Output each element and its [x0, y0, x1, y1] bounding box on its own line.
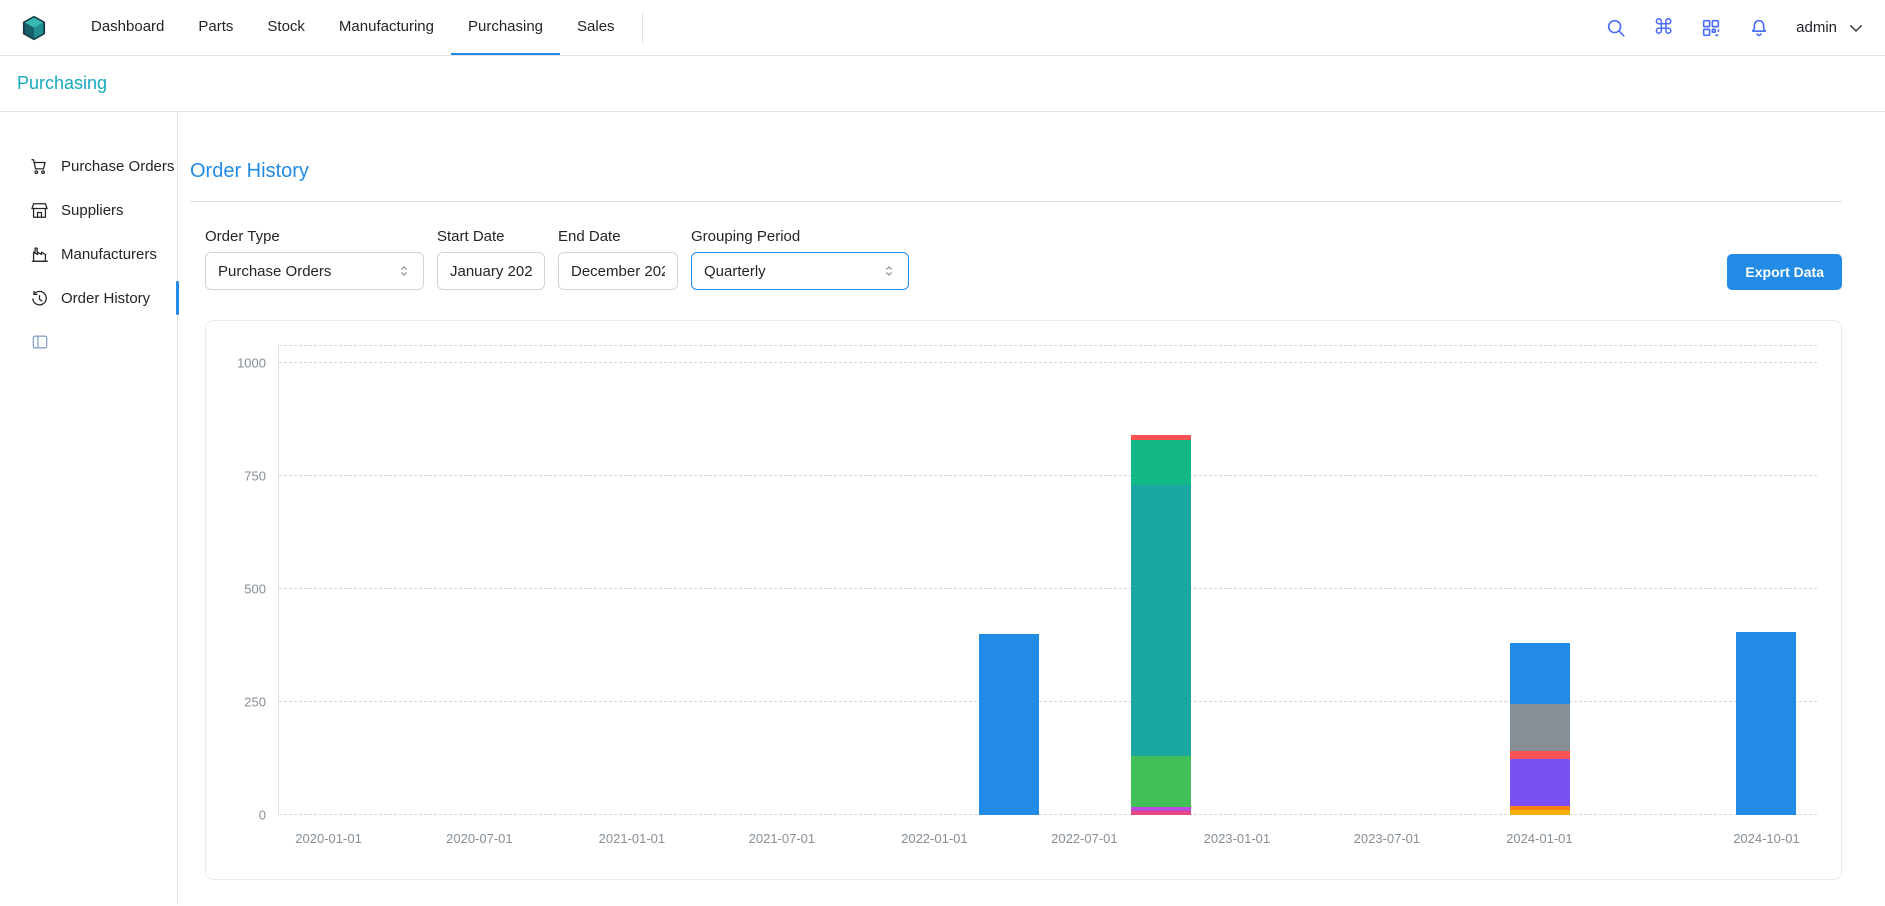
bar-2022-10-01[interactable] [1131, 345, 1191, 815]
cart-icon [30, 157, 49, 176]
y-axis-labels: 02505007501000 [220, 345, 278, 815]
tab-manufacturing[interactable]: Manufacturing [322, 0, 451, 55]
filters-row: Order Type Purchase Orders Start Date [205, 228, 1842, 290]
x-tick-label: 2020-01-01 [295, 831, 362, 846]
start-date-input-wrap [437, 252, 545, 290]
breadcrumb-purchasing-link[interactable]: Purchasing [17, 73, 107, 94]
purchasing-sidebar: Purchase Orders Suppliers Manufacturers [0, 112, 178, 905]
navbar-actions: ⌘ admin [1605, 17, 1865, 39]
search-icon[interactable] [1605, 17, 1627, 39]
bar-segment[interactable] [1131, 440, 1191, 485]
user-menu[interactable]: admin [1796, 19, 1865, 37]
sidebar-item-label: Purchase Orders [61, 158, 174, 175]
x-tick-label: 2022-07-01 [1051, 831, 1118, 846]
bar-segment[interactable] [1510, 704, 1570, 751]
bar-segment[interactable] [979, 634, 1039, 815]
tab-parts[interactable]: Parts [181, 0, 250, 55]
command-icon[interactable]: ⌘ [1653, 17, 1674, 38]
order-type-label: Order Type [205, 228, 424, 245]
x-tick-label: 2021-01-01 [599, 831, 666, 846]
bar-2022-04-01[interactable] [979, 345, 1039, 815]
username: admin [1796, 19, 1837, 36]
start-date-field: Start Date [437, 228, 545, 290]
bar-segment[interactable] [1736, 632, 1796, 815]
end-date-label: End Date [558, 228, 678, 245]
end-date-field: End Date [558, 228, 678, 290]
start-date-input[interactable] [450, 263, 532, 280]
tab-stock[interactable]: Stock [250, 0, 322, 55]
grouping-period-select[interactable]: Quarterly [691, 252, 909, 290]
gridline [279, 475, 1817, 476]
y-tick-label: 500 [244, 582, 266, 597]
x-tick-label: 2023-07-01 [1354, 831, 1421, 846]
sidebar-item-manufacturers[interactable]: Manufacturers [0, 232, 177, 276]
top-navbar: Dashboard Parts Stock Manufacturing Purc… [0, 0, 1885, 56]
app-logo-icon[interactable] [20, 14, 48, 42]
gridline [279, 345, 1817, 346]
grouping-period-field: Grouping Period Quarterly [691, 228, 909, 290]
qrcode-icon[interactable] [1700, 17, 1722, 39]
order-type-value: Purchase Orders [218, 263, 331, 280]
sidebar-collapse-icon[interactable] [30, 332, 50, 352]
sidebar-item-suppliers[interactable]: Suppliers [0, 188, 177, 232]
plot-wrap: 2020-01-01 2020-07-01 2021-01-01 2021-07-01… [278, 345, 1817, 857]
gridline [279, 588, 1817, 589]
factory-icon [30, 245, 49, 264]
y-tick-label: 1000 [237, 356, 266, 371]
gridline [279, 701, 1817, 702]
end-date-input-wrap [558, 252, 678, 290]
chart-inner: 0 250 500 750 1000 2020-01-01 2020-07-01 2021-… [220, 345, 1817, 857]
y-tick-label: 250 [244, 695, 266, 710]
sidebar-item-purchase-orders[interactable]: Purchase Orders [0, 144, 177, 188]
x-axis-labels: 2020-01-01 2020-07-01 2021-01-01 2021-07-01… [278, 815, 1817, 857]
sidebar-item-label: Order History [61, 290, 150, 307]
title-divider [190, 201, 1842, 202]
chevron-selector-icon [397, 264, 411, 278]
order-history-chart-card: 0 250 500 750 1000 2020-01-01 2020-07-01 2021-… [205, 320, 1842, 880]
main-nav-tabs: Dashboard Parts Stock Manufacturing Purc… [74, 0, 643, 55]
bar-segment[interactable] [1131, 756, 1191, 807]
end-date-input[interactable] [571, 263, 665, 280]
order-type-field: Order Type Purchase Orders [205, 228, 424, 290]
sidebar-item-order-history[interactable]: Order History [0, 276, 177, 320]
sidebar-item-label: Manufacturers [61, 246, 157, 263]
tab-sales[interactable]: Sales [560, 0, 632, 55]
grouping-period-value: Quarterly [704, 263, 766, 280]
x-tick-label: 2020-07-01 [446, 831, 513, 846]
start-date-label: Start Date [437, 228, 545, 245]
y-tick-label: 0 [259, 808, 266, 823]
sidebar-item-label: Suppliers [61, 202, 124, 219]
bar-segment[interactable] [1510, 751, 1570, 758]
bar-2024-01-01[interactable] [1510, 345, 1570, 815]
export-data-button[interactable]: Export Data [1727, 254, 1842, 290]
x-tick-label: 2022-01-01 [901, 831, 968, 846]
x-tick-label: 2023-01-01 [1204, 831, 1271, 846]
bar-segment[interactable] [1510, 643, 1570, 704]
bar-segment[interactable] [1131, 485, 1191, 756]
store-icon [30, 201, 49, 220]
chevron-down-icon [1847, 19, 1865, 37]
page-title: Order History [190, 160, 1842, 183]
bar-2024-10-01[interactable] [1736, 345, 1796, 815]
y-tick-label: 750 [244, 469, 266, 484]
chart-plot [278, 345, 1817, 815]
tab-purchasing[interactable]: Purchasing [451, 0, 560, 55]
tab-dashboard[interactable]: Dashboard [74, 0, 181, 55]
bar-segment[interactable] [1510, 759, 1570, 806]
gridline [279, 362, 1817, 363]
x-tick-label: 2021-07-01 [749, 831, 816, 846]
main-panel: Order History Order Type Purchase Orders… [178, 112, 1885, 905]
x-tick-label: 2024-10-01 [1733, 831, 1800, 846]
tab-list-divider [642, 13, 643, 43]
bell-icon[interactable] [1748, 17, 1770, 39]
order-type-select[interactable]: Purchase Orders [205, 252, 424, 290]
x-tick-label: 2024-01-01 [1506, 831, 1573, 846]
chevron-selector-icon [882, 264, 896, 278]
grouping-period-label: Grouping Period [691, 228, 909, 245]
content-area: Purchase Orders Suppliers Manufacturers [0, 112, 1885, 905]
breadcrumb: Purchasing [0, 56, 1885, 112]
history-icon [30, 289, 49, 308]
